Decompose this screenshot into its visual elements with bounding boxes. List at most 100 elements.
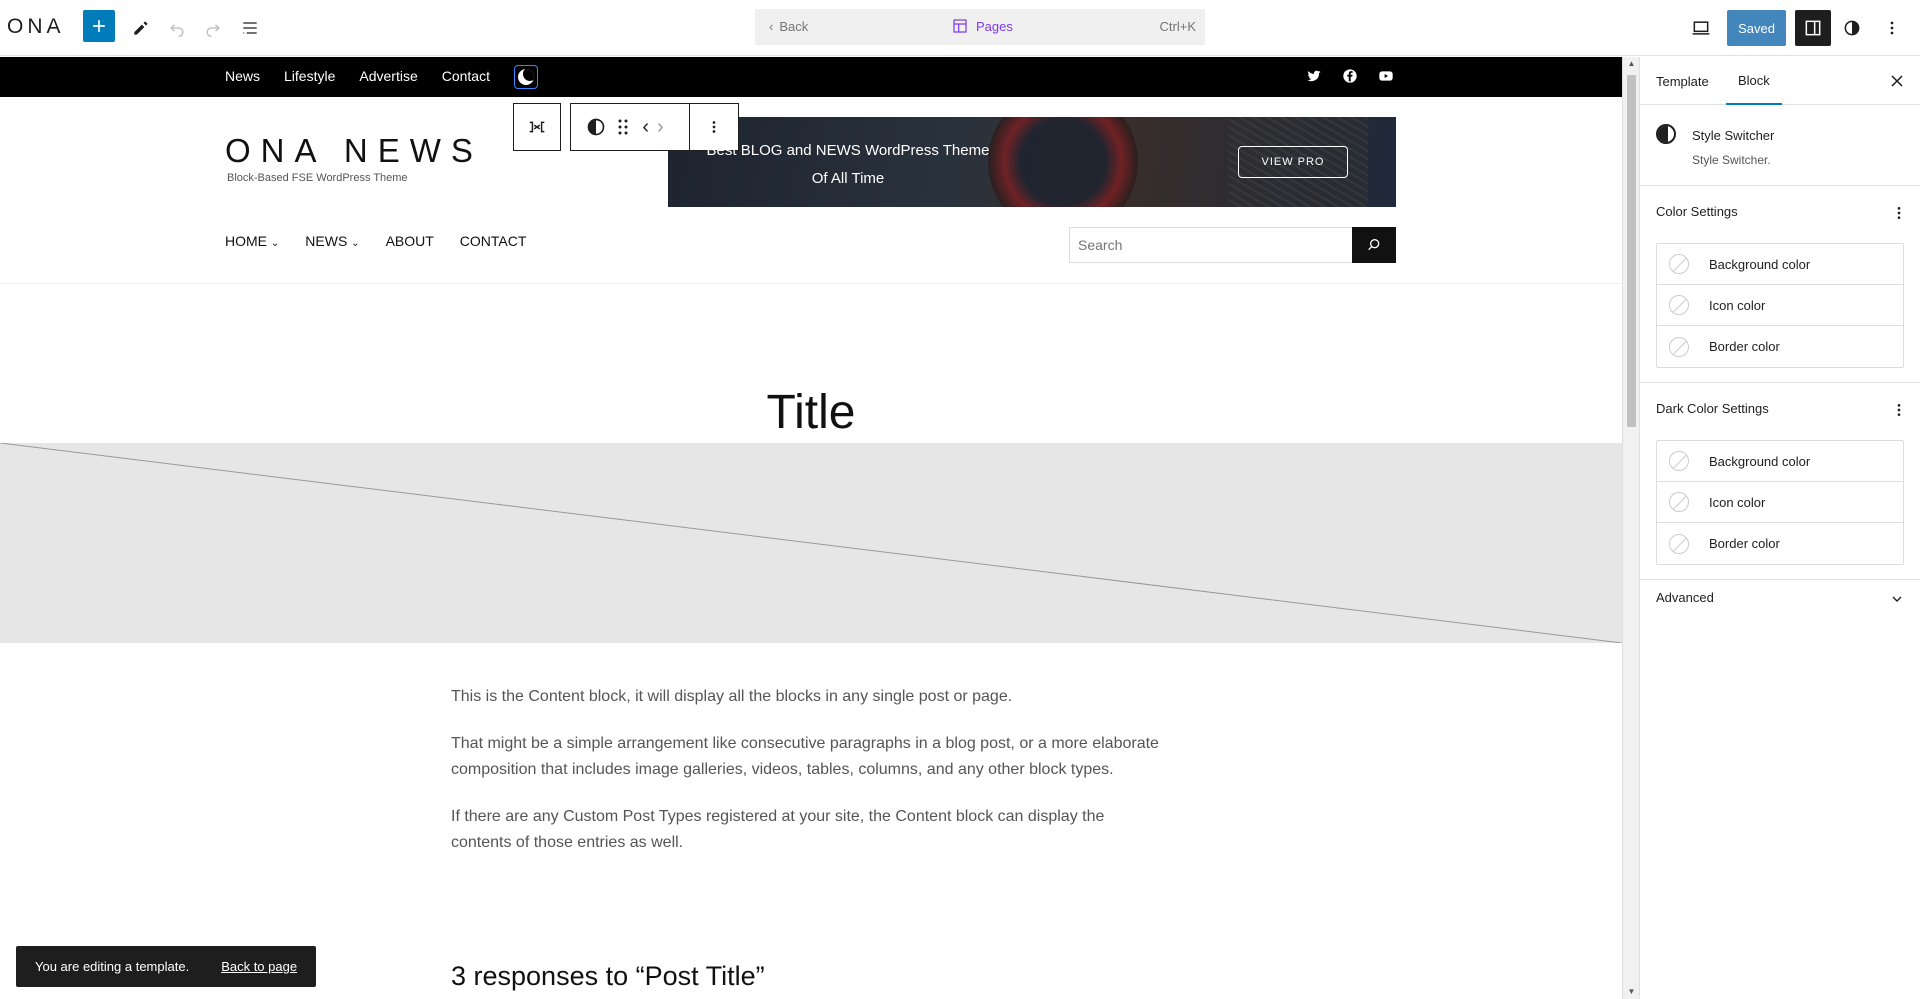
kebab-icon — [1890, 21, 1894, 35]
settings-toggle-button[interactable] — [1795, 10, 1831, 46]
color-option-background[interactable]: Background color — [1657, 244, 1903, 285]
empty-swatch-icon — [1669, 451, 1689, 471]
search-button[interactable] — [1352, 227, 1396, 263]
tools-button[interactable] — [123, 10, 159, 46]
editor-canvas[interactable]: News Lifestyle Advertise Contact ONA NEW… — [0, 57, 1622, 999]
chevron-down-icon[interactable] — [1889, 591, 1905, 607]
social-links — [1306, 68, 1394, 84]
featured-image-placeholder[interactable] — [0, 442, 1622, 644]
move-right-icon[interactable]: › — [657, 117, 664, 137]
dark-color-settings-title[interactable]: Dark Color Settings — [1656, 401, 1769, 416]
top-menu-item[interactable]: Advertise — [359, 68, 417, 84]
divider — [1640, 579, 1920, 580]
empty-swatch-icon — [1669, 254, 1689, 274]
move-left-icon[interactable]: ‹ — [642, 117, 649, 137]
tab-template[interactable]: Template — [1656, 57, 1709, 105]
desktop-icon — [1692, 21, 1710, 35]
dark-color-option-border[interactable]: Border color — [1657, 523, 1903, 564]
site-top-bar: News Lifestyle Advertise Contact — [0, 57, 1622, 97]
post-title[interactable]: Title — [0, 385, 1622, 440]
block-description: Style Switcher. — [1692, 153, 1771, 167]
color-option-icon[interactable]: Icon color — [1657, 285, 1903, 326]
block-name: Style Switcher — [1692, 128, 1775, 143]
move-arrows[interactable]: ‹ › — [635, 104, 671, 150]
pencil-icon — [134, 21, 148, 35]
nav-item-home[interactable]: HOME ⌄ — [225, 233, 279, 249]
view-button[interactable] — [1683, 10, 1719, 46]
placeholder-line — [0, 442, 1622, 644]
sidebar-tabs: Template Block — [1640, 57, 1920, 105]
saved-button[interactable]: Saved — [1727, 10, 1786, 46]
dark-color-option-icon[interactable]: Icon color — [1657, 482, 1903, 523]
site-brand[interactable]: ONA — [7, 15, 65, 39]
settings-sidebar: Template Block Style Switcher Style Swit… — [1639, 57, 1920, 999]
top-menu-item[interactable]: News — [225, 68, 260, 84]
top-menu-item[interactable]: Contact — [442, 68, 490, 84]
header-divider — [0, 283, 1622, 284]
add-block-button[interactable] — [83, 10, 115, 42]
moon-icon — [518, 69, 534, 85]
comments-heading: 3 responses to “Post Title” — [451, 961, 765, 991]
nav-item-about[interactable]: ABOUT — [386, 233, 434, 249]
promo-banner: Best BLOG and NEWS WordPress Theme Of Al… — [668, 117, 1396, 207]
top-menu-item[interactable]: Lifestyle — [284, 68, 335, 84]
sidebar-icon — [1805, 20, 1821, 36]
dark-color-option-background[interactable]: Background color — [1657, 441, 1903, 482]
close-icon[interactable] — [1887, 71, 1907, 91]
post-content[interactable]: This is the Content block, it will displ… — [451, 684, 1161, 877]
canvas-scrollbar[interactable]: ▲ ▼ — [1622, 57, 1639, 999]
color-settings-title[interactable]: Color Settings — [1656, 204, 1738, 219]
editor-topbar: ONA ‹ Back Pages Ctrl+K Saved — [0, 0, 1920, 56]
search-form — [1069, 227, 1396, 263]
divider — [1640, 382, 1920, 383]
redo-button[interactable] — [195, 10, 231, 46]
scroll-down-arrow[interactable]: ▼ — [1627, 987, 1636, 997]
back-link[interactable]: ‹ Back — [769, 19, 808, 34]
options-button[interactable] — [1874, 10, 1910, 46]
back-to-page-link[interactable]: Back to page — [221, 959, 297, 974]
site-tagline: Block-Based FSE WordPress Theme — [227, 172, 408, 184]
undo-icon — [170, 24, 184, 37]
youtube-icon[interactable] — [1378, 68, 1394, 84]
pages-link[interactable]: Pages — [952, 18, 1013, 34]
top-menu: News Lifestyle Advertise Contact — [225, 68, 490, 84]
empty-swatch-icon — [1669, 492, 1689, 512]
facebook-icon[interactable] — [1342, 68, 1358, 84]
advanced-panel-toggle[interactable]: Advanced — [1656, 590, 1714, 605]
list-view-button[interactable] — [232, 10, 268, 46]
styles-button[interactable] — [1834, 10, 1870, 46]
command-center[interactable]: ‹ Back Pages Ctrl+K — [755, 9, 1205, 45]
block-type-button[interactable] — [581, 104, 611, 150]
kebab-icon[interactable] — [1891, 205, 1907, 221]
nav-item-news[interactable]: NEWS ⌄ — [305, 233, 359, 249]
chevron-left-icon: ‹ — [769, 19, 774, 34]
scroll-up-arrow[interactable]: ▲ — [1627, 59, 1636, 69]
chevron-down-icon: ⌄ — [351, 238, 360, 249]
content-paragraph: If there are any Custom Post Types regis… — [451, 808, 1105, 851]
twitter-icon[interactable] — [1306, 68, 1322, 84]
color-settings-list: Background color Icon color Border color — [1656, 243, 1904, 368]
content-paragraph: That might be a simple arrangement like … — [451, 735, 1159, 778]
contrast-icon — [1844, 20, 1860, 36]
search-input[interactable] — [1070, 228, 1354, 262]
site-logo[interactable]: ONA NEWS — [225, 132, 483, 170]
block-parent-select-button[interactable] — [513, 103, 561, 151]
half-circle-icon — [587, 118, 605, 136]
style-switcher-block[interactable] — [514, 65, 538, 89]
tab-block[interactable]: Block — [1726, 57, 1782, 105]
nav-item-contact[interactable]: CONTACT — [460, 233, 527, 249]
style-switcher-icon — [1656, 124, 1676, 144]
color-option-border[interactable]: Border color — [1657, 326, 1903, 367]
scroll-thumb[interactable] — [1627, 75, 1636, 427]
kebab-icon — [712, 121, 716, 133]
empty-swatch-icon — [1669, 533, 1689, 554]
drag-handle[interactable] — [611, 104, 635, 150]
layout-icon — [953, 19, 967, 33]
plus-icon — [93, 20, 105, 32]
undo-button[interactable] — [159, 10, 195, 46]
empty-swatch-icon — [1669, 336, 1689, 357]
kebab-icon[interactable] — [1891, 402, 1907, 418]
editing-template-notice: You are editing a template. Back to page — [16, 946, 316, 987]
group-icon — [529, 121, 545, 133]
view-pro-button[interactable]: VIEW PRO — [1238, 146, 1348, 178]
